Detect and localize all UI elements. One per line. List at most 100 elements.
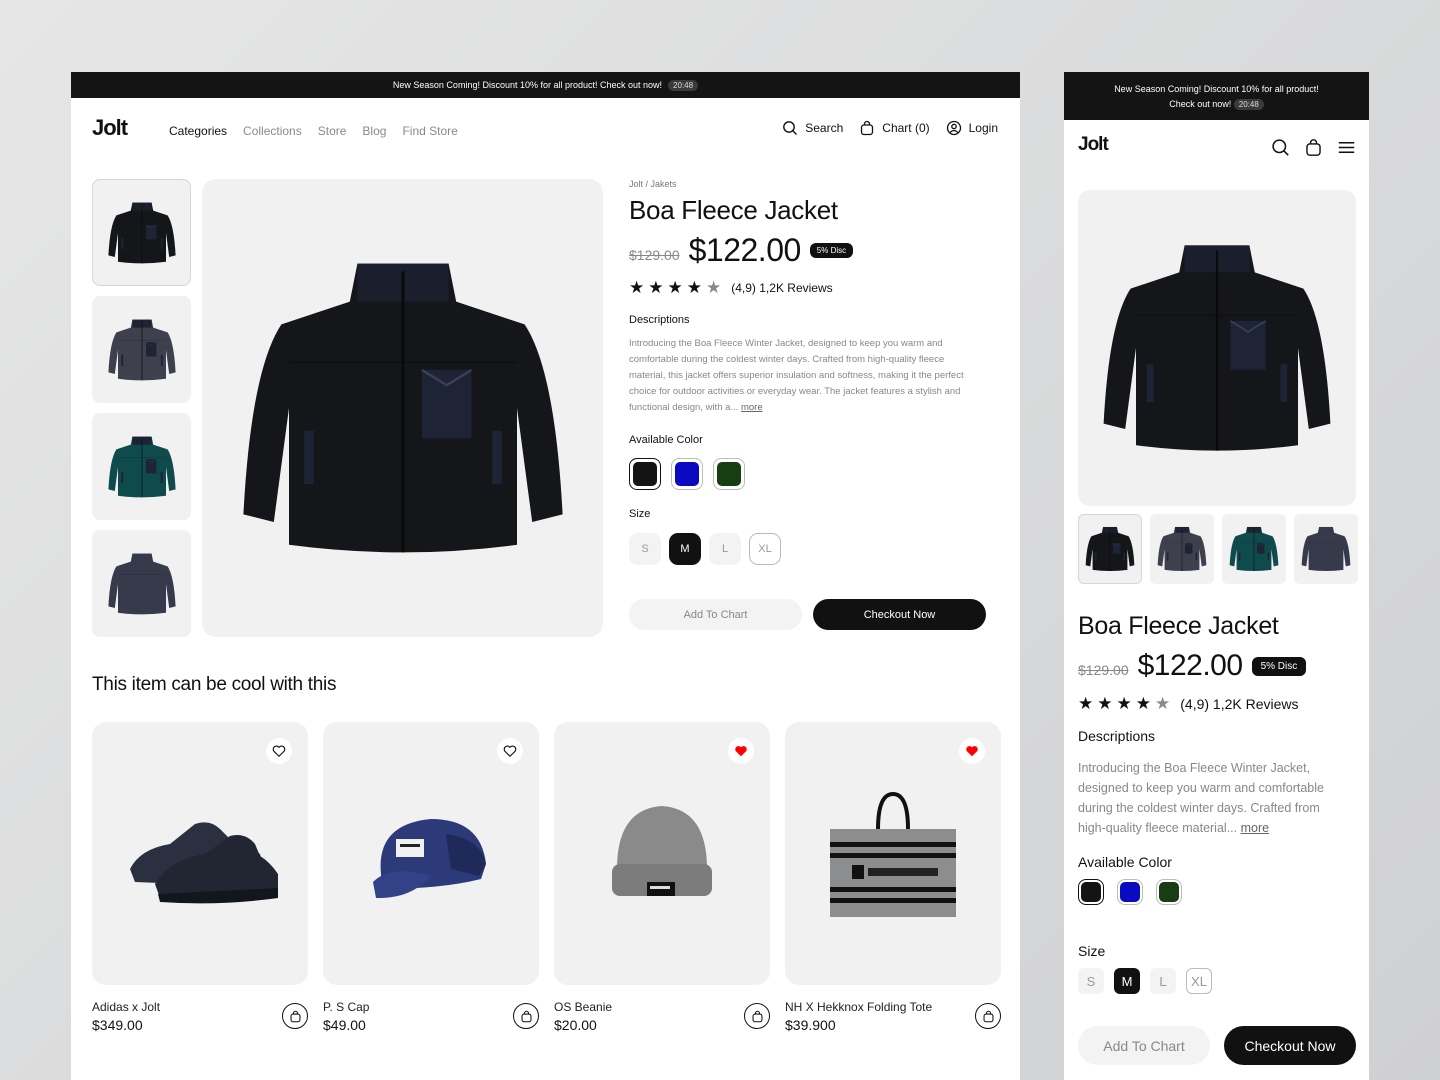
nav-store[interactable]: Store	[318, 124, 347, 138]
add-to-bag-button[interactable]	[975, 1003, 1001, 1029]
nav-find-store[interactable]: Find Store	[402, 124, 457, 138]
jacket-side-pocket	[303, 430, 314, 484]
size-s[interactable]: S	[629, 533, 661, 565]
star-icon: ★	[648, 278, 664, 297]
promo-banner: New Season Coming! Discount 10% for all …	[1064, 72, 1369, 120]
product-card-image[interactable]	[785, 722, 1001, 985]
size-l[interactable]: L	[709, 533, 741, 565]
color-swatch-blue[interactable]	[1117, 879, 1143, 905]
login-button[interactable]: Login	[946, 120, 998, 136]
thumbnail-charcoal-front[interactable]	[1150, 514, 1214, 584]
search-icon[interactable]	[1271, 138, 1290, 157]
color-label: Available Color	[629, 434, 703, 446]
add-to-bag-button[interactable]	[282, 1003, 308, 1029]
more-link[interactable]: more	[741, 402, 763, 413]
jacket-chest-pocket	[145, 341, 156, 356]
mobile-nav-actions	[1271, 138, 1356, 157]
add-to-bag-button[interactable]	[744, 1003, 770, 1029]
color-swatch-green[interactable]	[1156, 879, 1182, 905]
breadcrumb[interactable]: Jolt / Jakets	[629, 179, 999, 189]
add-to-cart-button[interactable]: Add To Chart	[629, 599, 802, 630]
thumbnail-teal-front[interactable]	[92, 413, 191, 520]
rating[interactable]: ★ ★ ★ ★ ★ (4,9) 1,2K Reviews	[1078, 695, 1358, 712]
sneakers-image	[130, 821, 278, 903]
product-info: Boa Fleece Jacket $129.00 $122.00 5% Dis…	[1078, 612, 1358, 1065]
logo[interactable]: Jolt	[92, 115, 128, 141]
size-label: Size	[1078, 943, 1106, 959]
star-empty-icon: ★	[1155, 694, 1171, 713]
jacket-side-pocket	[1238, 552, 1241, 561]
top-nav: Jolt Categories Collections Store Blog F…	[71, 98, 1020, 160]
star-icon: ★	[1135, 694, 1151, 713]
product-card-image[interactable]	[323, 722, 539, 985]
swatch-fill	[1159, 882, 1179, 902]
add-to-cart-button[interactable]: Add To Chart	[1078, 1026, 1210, 1065]
thumbnail-black-front[interactable]	[92, 179, 191, 286]
nav-blog[interactable]: Blog	[362, 124, 386, 138]
size-xl[interactable]: XL	[749, 533, 781, 565]
search-button[interactable]: Search	[782, 120, 843, 136]
jacket-image	[107, 202, 176, 263]
jacket-side-pocket	[491, 430, 502, 484]
heart-outline-icon	[272, 745, 286, 758]
size-xl[interactable]: XL	[1186, 968, 1212, 994]
mobile-product-page: New Season Coming! Discount 10% for all …	[1064, 72, 1369, 1080]
size-m[interactable]: M	[1114, 968, 1140, 994]
size-l[interactable]: L	[1150, 968, 1176, 994]
product-name[interactable]: P. S Cap	[323, 1000, 369, 1014]
product-card-image[interactable]	[92, 722, 308, 985]
description: Introducing the Boa Fleece Winter Jacket…	[629, 336, 969, 416]
product-card[interactable]: OS Beanie $20.00	[554, 722, 770, 1033]
main-product-image[interactable]	[1078, 190, 1356, 506]
size-m[interactable]: M	[669, 533, 701, 565]
thumbnail-navy-back[interactable]	[1294, 514, 1358, 584]
shopping-bag-icon[interactable]	[1304, 138, 1323, 157]
color-swatch-black[interactable]	[629, 458, 661, 490]
jacket-image	[107, 319, 176, 380]
jacket-side-pocket	[1166, 552, 1169, 561]
purchase-actions: Add To Chart Checkout Now	[629, 599, 999, 630]
nav-actions: Search Chart (0) Login	[782, 120, 998, 136]
product-name[interactable]: NH X Hekknox Folding Tote	[785, 1000, 932, 1014]
shopping-bag-icon	[983, 1010, 993, 1022]
hamburger-menu-icon[interactable]	[1337, 138, 1356, 157]
promo-text-line2: Check out now! 20:48	[1064, 97, 1369, 112]
favorite-button[interactable]	[497, 738, 523, 764]
favorite-button[interactable]	[959, 738, 985, 764]
checkout-button[interactable]: Checkout Now	[813, 599, 986, 630]
add-to-bag-button[interactable]	[513, 1003, 539, 1029]
jacket-side-pocket	[160, 354, 163, 366]
color-swatch-black[interactable]	[1078, 879, 1104, 905]
product-card[interactable]: P. S Cap $49.00	[323, 722, 539, 1033]
color-swatch-blue[interactable]	[671, 458, 703, 490]
product-name[interactable]: OS Beanie	[554, 1000, 612, 1014]
thumbnail-black-front[interactable]	[1078, 514, 1142, 584]
jacket-chest-pocket	[1230, 321, 1266, 370]
main-product-image[interactable]	[202, 179, 603, 637]
logo[interactable]: Jolt	[1078, 134, 1109, 156]
nav-categories[interactable]: Categories	[169, 124, 227, 138]
nav-collections[interactable]: Collections	[243, 124, 302, 138]
star-empty-icon: ★	[706, 278, 722, 297]
product-name[interactable]: Adidas x Jolt	[92, 1000, 160, 1014]
product-card-image[interactable]	[554, 722, 770, 985]
cart-button[interactable]: Chart (0)	[859, 120, 930, 136]
thumbnail-navy-back[interactable]	[92, 530, 191, 637]
favorite-button[interactable]	[266, 738, 292, 764]
favorite-button[interactable]	[728, 738, 754, 764]
product-card[interactable]: Adidas x Jolt $349.00	[92, 722, 308, 1033]
size-s[interactable]: S	[1078, 968, 1104, 994]
thumbnail-teal-front[interactable]	[1222, 514, 1286, 584]
heart-filled-icon	[966, 746, 978, 757]
star-icon: ★	[686, 278, 702, 297]
thumbnail-charcoal-front[interactable]	[92, 296, 191, 403]
checkout-button[interactable]: Checkout Now	[1224, 1026, 1356, 1065]
product-card[interactable]: NH X Hekknox Folding Tote $39.900	[785, 722, 1001, 1033]
search-icon	[783, 121, 798, 135]
jacket-chest-pocket	[145, 458, 156, 473]
description-text: Introducing the Boa Fleece Winter Jacket…	[629, 338, 964, 413]
descriptions-label: Descriptions	[629, 314, 690, 326]
color-swatch-green[interactable]	[713, 458, 745, 490]
more-link[interactable]: more	[1241, 821, 1269, 835]
rating[interactable]: ★ ★ ★ ★ ★ (4,9) 1,2K Reviews	[629, 279, 999, 296]
